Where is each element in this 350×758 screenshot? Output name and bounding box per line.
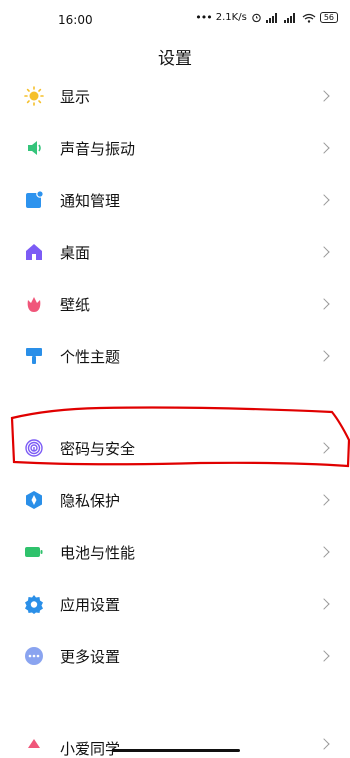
signal-icon <box>265 12 277 23</box>
flower-icon <box>24 294 44 314</box>
more-dots-icon: ••• <box>195 11 212 24</box>
settings-item-assistant[interactable]: 小爱同学 <box>0 728 350 758</box>
group-divider <box>0 382 350 422</box>
chevron-right-icon <box>318 546 330 558</box>
chevron-right-icon <box>318 142 330 154</box>
settings-item-label: 电池与性能 <box>60 543 136 562</box>
notification-icon <box>24 190 44 210</box>
settings-item-label: 通知管理 <box>60 191 121 210</box>
settings-item-sound[interactable]: 声音与振动 <box>0 122 350 174</box>
chevron-right-icon <box>318 738 330 750</box>
settings-item-themes[interactable]: 个性主题 <box>0 330 350 382</box>
settings-item-label: 显示 <box>60 87 91 106</box>
page-title: 设置 <box>158 49 192 69</box>
chevron-right-icon <box>318 298 330 310</box>
settings-item-apps[interactable]: 应用设置 <box>0 578 350 630</box>
chevron-right-icon <box>318 246 330 258</box>
chevron-right-icon <box>318 194 330 206</box>
settings-item-label: 桌面 <box>60 243 91 262</box>
fingerprint-icon <box>24 438 44 458</box>
status-indicators: ••• 2.1K/s 56 <box>195 11 338 24</box>
signal-icon-2 <box>283 12 295 23</box>
settings-item-home-screen[interactable]: 桌面 <box>0 226 350 278</box>
network-speed: 2.1K/s <box>215 12 247 23</box>
settings-item-label: 壁纸 <box>60 295 91 314</box>
chevron-right-icon <box>318 494 330 506</box>
status-time: 16:00 <box>58 13 93 27</box>
battery-icon <box>24 542 44 562</box>
settings-item-wallpaper[interactable]: 壁纸 <box>0 278 350 330</box>
settings-item-password-security[interactable]: 密码与安全 <box>0 422 350 474</box>
settings-item-label: 应用设置 <box>60 595 121 614</box>
chevron-right-icon <box>318 350 330 362</box>
chevron-right-icon <box>318 442 330 454</box>
chevron-right-icon <box>318 598 330 610</box>
home-indicator[interactable] <box>112 749 240 752</box>
chevron-right-icon <box>318 650 330 662</box>
assistant-icon <box>24 736 44 756</box>
home-icon <box>24 242 44 262</box>
settings-item-label: 密码与安全 <box>60 439 136 458</box>
gear-icon <box>24 594 44 614</box>
battery-indicator: 56 <box>319 12 338 23</box>
speaker-icon <box>24 138 44 158</box>
settings-item-privacy[interactable]: 隐私保护 <box>0 474 350 526</box>
settings-item-label: 小爱同学 <box>60 740 121 758</box>
privacy-icon <box>24 490 44 510</box>
settings-item-label: 隐私保护 <box>60 491 121 510</box>
settings-item-notifications[interactable]: 通知管理 <box>0 174 350 226</box>
settings-item-label: 声音与振动 <box>60 139 136 158</box>
more-icon <box>24 646 44 666</box>
settings-item-display[interactable]: 显示 <box>0 70 350 122</box>
settings-item-label: 个性主题 <box>60 347 121 366</box>
settings-list: 显示 声音与振动 通知管理 桌面 壁纸 个性主题 密码与安全 隐私保护 电池与性… <box>0 70 350 682</box>
wifi-icon <box>302 13 316 23</box>
settings-item-label: 更多设置 <box>60 647 121 666</box>
alarm-icon <box>252 13 261 23</box>
brush-icon <box>24 346 44 366</box>
settings-item-more[interactable]: 更多设置 <box>0 630 350 682</box>
settings-item-battery[interactable]: 电池与性能 <box>0 526 350 578</box>
sun-icon <box>24 86 44 106</box>
chevron-right-icon <box>318 90 330 102</box>
status-bar: 16:00 ••• 2.1K/s 56 <box>0 0 350 38</box>
